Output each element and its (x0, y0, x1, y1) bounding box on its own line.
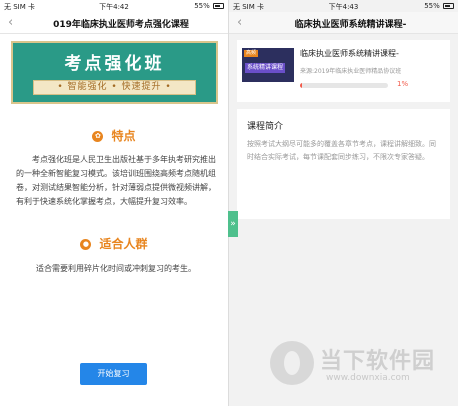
course-card[interactable]: 高频 系统精讲课程 临床执业医师系统精讲课程- 来源:2019年临床执业医师精品… (237, 40, 450, 102)
page-title: 临床执业医师系统精讲课程- (294, 20, 407, 30)
audience-heading-label: 适合人群 (99, 237, 148, 251)
watermark-url: www.downxia.com (326, 373, 410, 383)
progress-percent: 1% (397, 80, 409, 88)
thumbnail-title: 系统精讲课程 (245, 63, 286, 73)
nav-bar: ‹ 临床执业医师系统精讲课程- (229, 12, 458, 34)
intro-text: 按照考试大纲尽可能多的覆盖各章节考点，课程讲解细致。同时结合实际考试，每节课配套… (247, 140, 436, 161)
battery-percent: 55% (194, 2, 210, 10)
battery-indicator: 55% (424, 2, 454, 10)
course-title: 临床执业医师系统精讲课程- (300, 49, 399, 58)
battery-icon (443, 3, 454, 9)
person-icon: ● (80, 239, 92, 250)
award-icon: ✿ (92, 131, 104, 142)
course-source: 来源:2019年临床执业医师精品协议班 (300, 68, 402, 75)
watermark-name: 当下软件园 (320, 349, 436, 374)
feature-description: 考点强化班是人民卫生出版社基于多年执考研究推出的一种全新智能复习模式。该培训班围… (16, 155, 216, 206)
back-chevron-icon[interactable]: ‹ (237, 16, 242, 30)
feature-heading: ✿ 特点 (0, 127, 228, 144)
audience-description: 适合需要利用碎片化时间或冲刺复习的考生。 (36, 264, 196, 273)
battery-indicator: 55% (194, 2, 224, 10)
page-title: 019年临床执业医师考点强化课程 (53, 20, 189, 30)
side-panel-toggle[interactable]: » (228, 211, 238, 237)
nav-bar: ‹ 019年临床执业医师考点强化课程 (0, 12, 228, 34)
progress-fill (300, 83, 302, 88)
start-review-button[interactable]: 开始复习 (80, 363, 147, 385)
site-watermark: 当下软件园 www.downxia.com (270, 337, 450, 393)
banner-title: 考点强化班 (64, 54, 165, 74)
course-thumbnail: 高频 系统精讲课程 (242, 48, 294, 82)
banner-slogan: • 智能强化 • 快速提升 • (33, 80, 196, 95)
battery-percent: 55% (424, 2, 440, 10)
thumbnail-badge: 高频 (244, 50, 259, 57)
battery-icon (213, 3, 224, 9)
course-banner: 考点强化班 • 智能强化 • 快速提升 • (11, 41, 218, 104)
feature-heading-label: 特点 (111, 129, 136, 143)
status-bar: 无 SIM 卡 下午4:42 55% (0, 0, 228, 12)
course-detail-screen: 无 SIM 卡 下午4:42 55% ‹ 019年临床执业医师考点强化课程 考点… (0, 0, 229, 406)
back-chevron-icon[interactable]: ‹ (8, 16, 13, 30)
course-intro-card: 课程简介 按照考试大纲尽可能多的覆盖各章节考点，课程讲解细致。同时结合实际考试，… (237, 109, 450, 219)
course-progress-bar (300, 83, 388, 88)
watermark-logo-icon (270, 341, 314, 385)
intro-title: 课程简介 (247, 122, 284, 132)
audience-heading: ● 适合人群 (0, 235, 228, 252)
status-bar: 无 SIM 卡 下午4:43 55% (229, 0, 458, 12)
